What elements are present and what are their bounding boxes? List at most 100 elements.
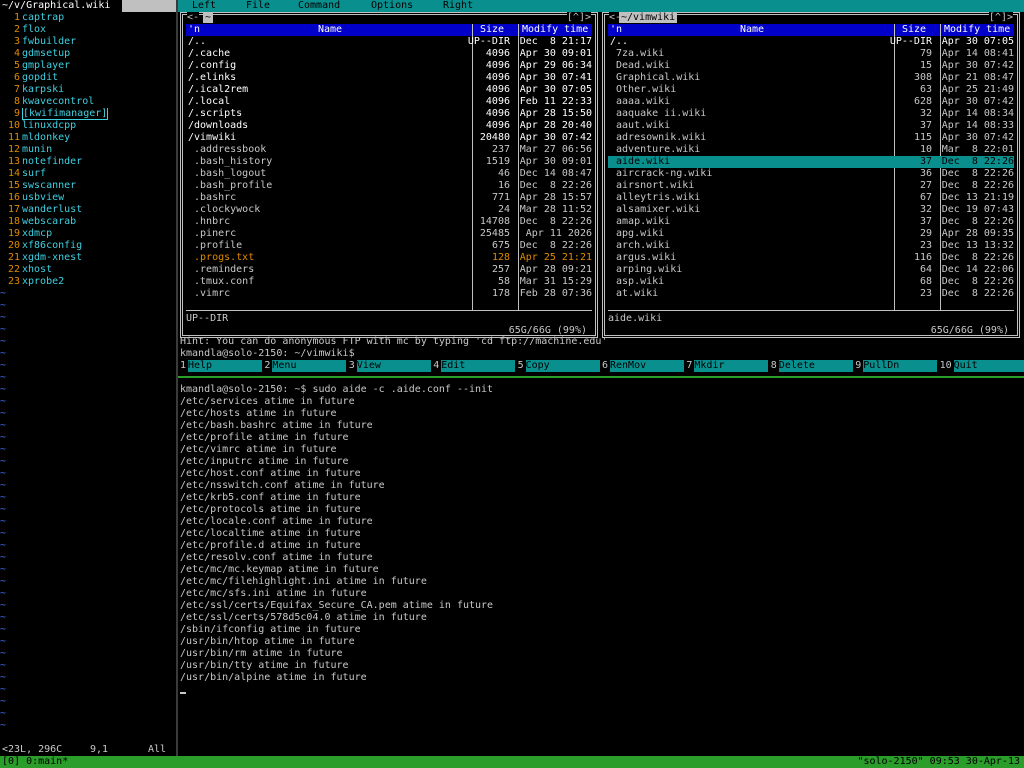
vim-line[interactable]: 17 wanderlust xyxy=(0,204,176,216)
left-header-time[interactable]: Modify time xyxy=(522,24,588,36)
fkey-pulldn[interactable]: 9 PullDn xyxy=(855,360,938,372)
vim-line[interactable]: 20 xf86config xyxy=(0,240,176,252)
fkey-copy[interactable]: 5 Copy xyxy=(518,360,600,372)
tmux-window-list[interactable]: [0] 0:main* xyxy=(2,756,68,768)
mc-right-panel[interactable]: <- ~/vimwiki [^]> 'n Name Size Modify ti… xyxy=(602,12,1020,338)
left-header-size[interactable]: Size xyxy=(480,24,504,36)
file-row[interactable]: apg.wiki 29 Apr 28 09:35 xyxy=(608,228,1014,240)
file-row[interactable]: .bash_logout 46 Dec 14 08:47 xyxy=(186,168,592,180)
vim-line[interactable]: 1 captrap xyxy=(0,12,176,24)
left-header-name[interactable]: Name xyxy=(318,24,342,36)
file-row[interactable]: aircrack-ng.wiki 36 Dec 8 22:26 xyxy=(608,168,1014,180)
file-row[interactable]: at.wiki 23 Dec 8 22:26 xyxy=(608,288,1014,300)
file-row[interactable]: aaut.wiki 37 Apr 14 08:33 xyxy=(608,120,1014,132)
vim-line[interactable]: 21 xgdm-xnest xyxy=(0,252,176,264)
vim-line[interactable]: 8 kwavecontrol xyxy=(0,96,176,108)
vim-line[interactable]: 11 mldonkey xyxy=(0,132,176,144)
right-header-time[interactable]: Modify time xyxy=(944,24,1010,36)
file-row[interactable]: aaquake ii.wiki 32 Apr 14 08:34 xyxy=(608,108,1014,120)
file-row[interactable]: /.config 4096 Apr 29 06:34 xyxy=(186,60,592,72)
file-row[interactable]: adventure.wiki 10 Mar 8 22:01 xyxy=(608,144,1014,156)
left-header-sort[interactable]: 'n xyxy=(188,24,200,36)
file-row[interactable]: airsnort.wiki 27 Dec 8 22:26 xyxy=(608,180,1014,192)
file-row[interactable]: .hnbrc 14708 Dec 8 22:26 xyxy=(186,216,592,228)
file-row[interactable]: Dead.wiki 15 Apr 30 07:42 xyxy=(608,60,1014,72)
right-file-list[interactable]: /.. UP--DIR Apr 30 07:05 7za.wiki 79 Apr 14 … xyxy=(608,36,1014,300)
fkey-edit[interactable]: 4 Edit xyxy=(433,360,516,372)
vim-line[interactable]: 13 notefinder xyxy=(0,156,176,168)
file-row[interactable]: .reminders 257 Apr 28 09:21 xyxy=(186,264,592,276)
file-row[interactable]: /.. UP--DIR Apr 30 07:05 xyxy=(608,36,1014,48)
fkey-mkdir[interactable]: 7 Mkdir xyxy=(686,360,769,372)
fkey-menu[interactable]: 2 Menu xyxy=(264,360,347,372)
file-row[interactable]: 7za.wiki 79 Apr 14 08:41 xyxy=(608,48,1014,60)
right-header-size[interactable]: Size xyxy=(902,24,926,36)
file-row[interactable]: arping.wiki 64 Dec 14 22:06 xyxy=(608,264,1014,276)
file-row[interactable]: /.ical2rem 4096 Apr 30 07:05 xyxy=(186,84,592,96)
menu-options[interactable]: Options xyxy=(371,0,413,12)
menu-left[interactable]: Left xyxy=(192,0,216,12)
file-row[interactable]: asp.wiki 68 Dec 8 22:26 xyxy=(608,276,1014,288)
file-row[interactable]: Other.wiki 63 Apr 25 21:49 xyxy=(608,84,1014,96)
file-row[interactable]: /vimwiki 20480 Apr 30 07:42 xyxy=(186,132,592,144)
pane-divider-horizontal[interactable] xyxy=(178,376,1024,378)
vim-line[interactable]: 15 swscanner xyxy=(0,180,176,192)
vim-line[interactable]: 12 munin xyxy=(0,144,176,156)
vim-line[interactable]: 23 xprobe2 xyxy=(0,276,176,288)
right-header-sort[interactable]: 'n xyxy=(610,24,622,36)
vim-line[interactable]: 10 linuxdcpp xyxy=(0,120,176,132)
vim-line[interactable]: 22 xhost xyxy=(0,264,176,276)
mc-left-panel[interactable]: <- ~ [^]> 'n Name Size Modify time /.. UP… xyxy=(180,12,598,338)
terminal-output[interactable]: kmandla@solo-2150: ~$ sudo aide -c .aide… xyxy=(180,384,493,684)
file-row[interactable]: .addressbook 237 Mar 27 06:56 xyxy=(186,144,592,156)
vim-line[interactable]: 5 gmplayer xyxy=(0,60,176,72)
file-row[interactable]: .clockywock 24 Mar 28 11:52 xyxy=(186,204,592,216)
file-row[interactable]: .vimrc 178 Feb 28 07:36 xyxy=(186,288,592,300)
menu-file[interactable]: File xyxy=(246,0,270,12)
file-row[interactable]: argus.wiki 116 Dec 8 22:26 xyxy=(608,252,1014,264)
right-panel-nav-right[interactable]: [^]> xyxy=(988,12,1013,24)
vim-buffer[interactable]: 1 captrap 2 flox 3 fwbuilder 4 gdmsetup 5 gmplaye… xyxy=(0,12,176,732)
left-file-list[interactable]: /.. UP--DIR Dec 8 21:17 /.cache 4096 Apr 30 0… xyxy=(186,36,592,300)
fkey-help[interactable]: 1 Help xyxy=(180,360,262,372)
file-row[interactable]: .progs.txt 128 Apr 25 21:21 xyxy=(186,252,592,264)
file-row[interactable]: arch.wiki 23 Dec 13 13:32 xyxy=(608,240,1014,252)
file-row[interactable]: .bashrc 771 Apr 28 15:57 xyxy=(186,192,592,204)
mc-command-prompt[interactable]: kmandla@solo-2150: ~/vimwiki$ xyxy=(180,348,355,360)
left-panel-nav-left[interactable]: <- xyxy=(187,12,200,24)
file-row[interactable]: .pinerc 25485 Apr 11 2026 xyxy=(186,228,592,240)
file-row[interactable]: /.elinks 4096 Apr 30 07:41 xyxy=(186,72,592,84)
vim-line[interactable]: 3 fwbuilder xyxy=(0,36,176,48)
fkey-delete[interactable]: 8 Delete xyxy=(771,360,853,372)
file-row[interactable]: .tmux.conf 58 Mar 31 15:29 xyxy=(186,276,592,288)
vim-line[interactable]: 4 gdmsetup xyxy=(0,48,176,60)
vim-line[interactable]: 19 xdmcp xyxy=(0,228,176,240)
file-row[interactable]: .profile 675 Dec 8 22:26 xyxy=(186,240,592,252)
vim-line[interactable]: 16 usbview xyxy=(0,192,176,204)
file-row[interactable]: aide.wiki 37 Dec 8 22:26 xyxy=(608,156,1014,168)
file-row[interactable]: amap.wiki 37 Dec 8 22:26 xyxy=(608,216,1014,228)
vim-line[interactable]: 2 flox xyxy=(0,24,176,36)
file-row[interactable]: /.. UP--DIR Dec 8 21:17 xyxy=(186,36,592,48)
right-header-name[interactable]: Name xyxy=(740,24,764,36)
vim-line[interactable]: 7 karpski xyxy=(0,84,176,96)
fkey-view[interactable]: 3 View xyxy=(349,360,431,372)
pane-divider-vertical[interactable] xyxy=(176,0,178,756)
file-row[interactable]: /.scripts 4096 Apr 28 15:50 xyxy=(186,108,592,120)
file-row[interactable]: .bash_profile 16 Dec 8 22:26 xyxy=(186,180,592,192)
vim-line[interactable]: 14 surf xyxy=(0,168,176,180)
fkey-quit[interactable]: 10 Quit xyxy=(940,360,1024,372)
file-row[interactable]: Graphical.wiki 308 Apr 21 08:47 xyxy=(608,72,1014,84)
file-row[interactable]: adresownik.wiki 115 Apr 30 07:42 xyxy=(608,132,1014,144)
file-row[interactable]: aaaa.wiki 628 Apr 30 07:42 xyxy=(608,96,1014,108)
file-row[interactable]: /.cache 4096 Apr 30 09:01 xyxy=(186,48,592,60)
file-row[interactable]: /downloads 4096 Apr 28 20:40 xyxy=(186,120,592,132)
file-row[interactable]: /.local 4096 Feb 11 22:33 xyxy=(186,96,592,108)
menu-command[interactable]: Command xyxy=(298,0,340,12)
fkey-renmov[interactable]: 6 RenMov xyxy=(602,360,684,372)
vim-line[interactable]: 18 webscarab xyxy=(0,216,176,228)
left-panel-nav-right[interactable]: [^]> xyxy=(566,12,591,24)
file-row[interactable]: .bash_history 1519 Apr 30 09:01 xyxy=(186,156,592,168)
file-row[interactable]: alleytris.wiki 67 Dec 13 21:19 xyxy=(608,192,1014,204)
vim-line[interactable]: 9 [kwifimanager] xyxy=(0,108,176,120)
